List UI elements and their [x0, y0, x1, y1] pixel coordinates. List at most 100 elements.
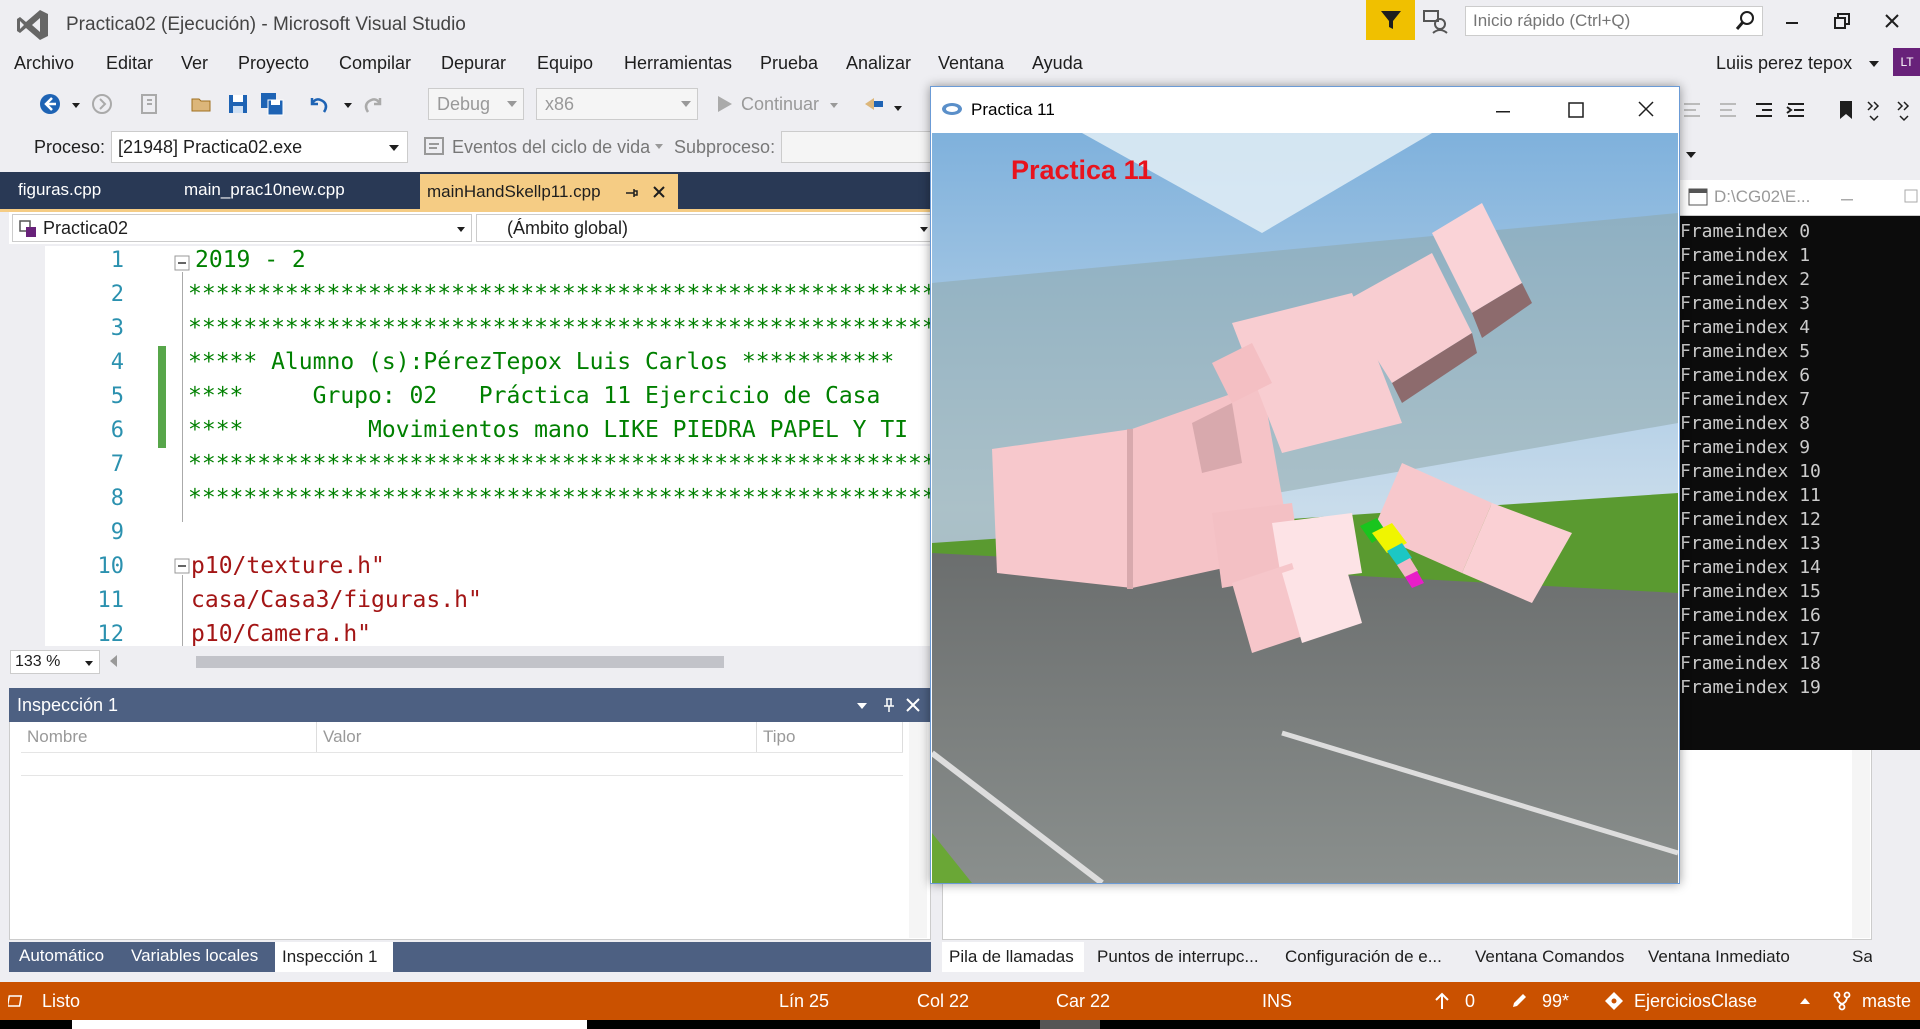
code-line[interactable]: casa/Casa3/figuras.h"	[191, 587, 482, 613]
tab-figuras-cpp[interactable]: figuras.cpp	[18, 180, 101, 200]
quick-launch-input[interactable]	[1466, 7, 1716, 35]
undo-dropdown-icon[interactable]	[344, 103, 352, 108]
lifecycle-events-dropdown-icon[interactable]	[655, 144, 663, 149]
menu-equipo[interactable]: Equipo	[537, 53, 593, 74]
close-button[interactable]	[1872, 4, 1912, 38]
tab-output[interactable]: Salida	[1852, 947, 1872, 967]
menu-analizar[interactable]: Analizar	[846, 53, 911, 74]
code-line[interactable]: ***** Alumno (s):PérezTepox Luis Carlos …	[188, 349, 894, 375]
watch-empty-row[interactable]	[21, 752, 903, 776]
indicator-margin[interactable]	[9, 246, 45, 646]
close-icon[interactable]	[905, 697, 921, 713]
right-panel-vertical-scrollbar[interactable]	[1852, 740, 1870, 938]
column-header-type[interactable]: Tipo	[757, 722, 903, 752]
menu-ayuda[interactable]: Ayuda	[1032, 53, 1083, 74]
debug-tool-icon[interactable]	[862, 92, 886, 116]
menu-ver[interactable]: Ver	[181, 53, 208, 74]
code-line[interactable]: 2019 - 2	[195, 247, 306, 273]
opengl-render-canvas[interactable]: Practica 11	[932, 133, 1678, 883]
tab-locals[interactable]: Variables locales	[131, 946, 258, 966]
repository-name[interactable]: EjerciciosClase	[1634, 991, 1757, 1012]
search-icon[interactable]	[1734, 10, 1756, 32]
menu-depurar[interactable]: Depurar	[441, 53, 506, 74]
pending-changes-count[interactable]: 99*	[1542, 991, 1569, 1012]
forward-navigation-icon[interactable]	[90, 92, 114, 116]
tab-autos[interactable]: Automático	[19, 946, 104, 966]
solution-platform-select[interactable]: x86	[536, 88, 698, 120]
maximize-icon[interactable]	[1904, 189, 1918, 203]
user-menu-chevron-icon[interactable]	[1869, 61, 1879, 67]
toolbar-overflow-icon[interactable]	[1864, 98, 1888, 122]
arrow-up-icon[interactable]	[1434, 992, 1450, 1010]
code-line[interactable]: **** Movimientos mano LIKE PIEDRA PAPEL …	[188, 417, 908, 443]
project-select[interactable]: Practica02	[12, 214, 472, 242]
open-file-icon[interactable]	[190, 92, 214, 116]
pencil-icon[interactable]	[1510, 992, 1528, 1010]
tab-command-window[interactable]: Ventana Comandos	[1475, 947, 1624, 967]
process-select[interactable]: [21948] Practica02.exe	[111, 131, 408, 163]
collapse-icon[interactable]	[173, 557, 191, 575]
scroll-left-icon[interactable]	[110, 655, 117, 667]
watch-vertical-scrollbar[interactable]	[909, 722, 927, 938]
menu-prueba[interactable]: Prueba	[760, 53, 818, 74]
quick-launch-box[interactable]	[1465, 6, 1763, 36]
save-all-icon[interactable]	[260, 92, 284, 116]
menu-compilar[interactable]: Compilar	[339, 53, 411, 74]
code-line[interactable]: **** Grupo: 02 Práctica 11 Ejercicio de …	[188, 383, 880, 409]
code-line[interactable]: p10/Camera.h"	[191, 621, 371, 646]
collapse-icon[interactable]	[173, 254, 191, 272]
feedback-button[interactable]	[1420, 6, 1454, 36]
toolbar-overflow-icon[interactable]	[894, 106, 902, 111]
opengl-app-window[interactable]: Practica 11 Practica 11	[930, 86, 1680, 884]
code-line[interactable]: ****************************************…	[188, 451, 935, 477]
unpublished-commits-count[interactable]: 0	[1465, 991, 1475, 1012]
column-header-value[interactable]: Valor	[317, 722, 757, 752]
restore-button[interactable]	[1822, 4, 1862, 38]
minimize-icon[interactable]	[1840, 192, 1854, 206]
menu-editar[interactable]: Editar	[106, 53, 153, 74]
save-icon[interactable]	[226, 92, 250, 116]
pin-icon[interactable]	[881, 697, 897, 713]
tab-breakpoints[interactable]: Puntos de interrupc...	[1097, 947, 1259, 967]
increase-indent-icon[interactable]	[1784, 98, 1808, 122]
solution-configuration-select[interactable]: Debug	[428, 88, 524, 120]
app-title-bar[interactable]: Practica 11	[931, 87, 1679, 133]
repository-icon[interactable]	[1604, 991, 1624, 1011]
avatar[interactable]: LT	[1893, 48, 1920, 76]
code-editor[interactable]: 1 2 3 4 5 6 7 8 9 10 11 12 2019 - 2 ****…	[9, 246, 935, 646]
close-tab-icon[interactable]	[652, 185, 666, 199]
thread-select[interactable]	[781, 131, 935, 163]
continue-dropdown-icon[interactable]	[830, 103, 838, 108]
user-account-name[interactable]: Luiis perez tepox	[1716, 53, 1852, 74]
menu-archivo[interactable]: Archivo	[14, 53, 74, 74]
bookmark-icon[interactable]	[1834, 98, 1858, 122]
branch-name[interactable]: master	[1862, 991, 1912, 1012]
window-position-dropdown-icon[interactable]	[857, 703, 867, 709]
code-line[interactable]: ****************************************…	[188, 315, 935, 341]
tab-call-stack[interactable]: Pila de llamadas	[942, 942, 1084, 972]
column-header-name[interactable]: Nombre	[21, 722, 317, 752]
comment-lines-icon[interactable]	[1680, 98, 1704, 122]
back-dropdown-icon[interactable]	[72, 103, 80, 108]
zoom-select[interactable]: 133 %	[10, 650, 100, 674]
menu-ventana[interactable]: Ventana	[938, 53, 1004, 74]
uncomment-lines-icon[interactable]	[1716, 98, 1740, 122]
minimize-button[interactable]	[1772, 4, 1812, 38]
horizontal-scroll-thumb[interactable]	[196, 656, 724, 668]
new-project-icon[interactable]	[138, 92, 162, 116]
minimize-icon[interactable]	[1495, 103, 1511, 119]
chevron-up-icon[interactable]	[1800, 998, 1810, 1004]
redo-icon[interactable]	[362, 92, 386, 116]
tab-exception-settings[interactable]: Configuración de e...	[1285, 947, 1442, 967]
menu-herramientas[interactable]: Herramientas	[624, 53, 732, 74]
branch-icon[interactable]	[1832, 991, 1852, 1011]
back-navigation-icon[interactable]	[38, 92, 62, 116]
continue-play-icon[interactable]	[712, 92, 736, 116]
code-line[interactable]: ****************************************…	[188, 281, 935, 307]
toolbar-overflow-icon[interactable]	[1686, 152, 1696, 158]
menu-proyecto[interactable]: Proyecto	[238, 53, 309, 74]
toolbar-overflow-icon[interactable]	[1894, 98, 1918, 122]
lifecycle-events-button[interactable]: Eventos del ciclo de vida	[452, 137, 650, 158]
output-status-icon[interactable]	[8, 992, 26, 1010]
decrease-indent-icon[interactable]	[1752, 98, 1776, 122]
